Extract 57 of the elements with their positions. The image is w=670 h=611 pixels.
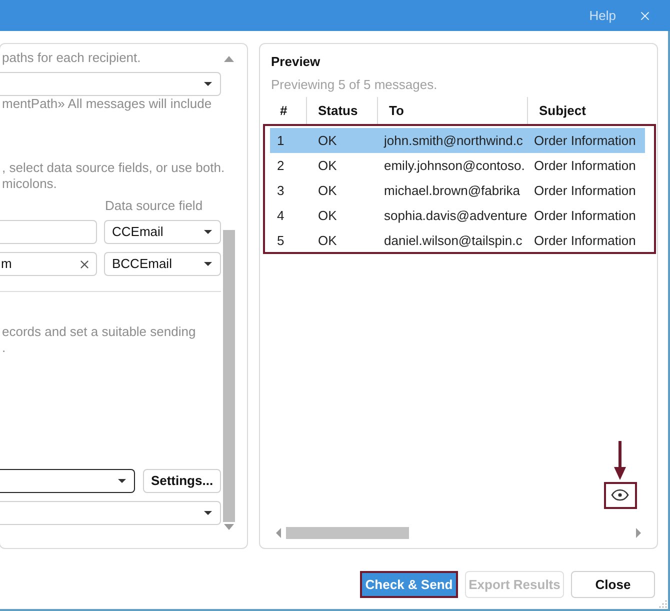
- table-cell-text: OK: [317, 232, 338, 250]
- scroll-down-icon[interactable]: [224, 524, 234, 530]
- hint-text: paths for each recipient.: [1, 50, 142, 66]
- table-cell-text: OK: [317, 206, 338, 225]
- table-cell-text: daniel.wilson@tailspin.c: [383, 232, 524, 250]
- table-cell-text: michael.brown@fabrika: [383, 182, 522, 200]
- hint-text: micolons.: [1, 176, 58, 192]
- resize-grip-icon[interactable]: [659, 600, 667, 608]
- input-field[interactable]: m: [0, 252, 97, 276]
- clear-icon[interactable]: [78, 258, 91, 270]
- caret-icon: [204, 262, 212, 266]
- table-cell-text: 2: [276, 156, 286, 175]
- table-cell-text: Order Information: [533, 132, 637, 150]
- eye-icon[interactable]: [610, 487, 630, 503]
- table-cell-text: 4: [276, 206, 286, 225]
- annotation-arrow: [614, 441, 626, 480]
- dropdown[interactable]: [0, 469, 135, 493]
- dropdown[interactable]: BCCEmail: [104, 252, 221, 276]
- hint-text: .: [1, 340, 7, 356]
- table-cell-text: sophia.davis@adventure: [383, 206, 528, 225]
- column-header[interactable]: To: [378, 97, 528, 124]
- hint-text: ecords and set a suitable sending: [1, 324, 197, 340]
- hint-text: , select data source fields, or use both.: [1, 160, 221, 176]
- table-cell-text: 1: [276, 132, 286, 150]
- note-text: mentPath» All messages will include: [1, 96, 213, 112]
- column-header[interactable]: #: [270, 97, 307, 124]
- caret-icon: [204, 82, 212, 86]
- dialog-button[interactable]: Close: [571, 571, 655, 598]
- column-header[interactable]: Subject: [528, 97, 645, 124]
- column-label: Data source field: [104, 198, 204, 214]
- caret-icon: [118, 479, 126, 483]
- dropdown[interactable]: CCEmail: [104, 220, 221, 244]
- caret-icon: [204, 511, 212, 515]
- table-cell-text: Order Information: [533, 232, 637, 250]
- table-cell-text: OK: [317, 132, 338, 150]
- table-cell-text: Order Information: [533, 182, 637, 200]
- table-cell-text: OK: [317, 182, 338, 200]
- scrollbar-thumb[interactable]: [286, 526, 409, 538]
- caret-icon: [204, 230, 212, 234]
- table-cell-text: OK: [317, 156, 338, 175]
- scroll-up-icon[interactable]: [224, 56, 234, 62]
- highlight-frame: [604, 482, 637, 509]
- scroll-left-icon[interactable]: [276, 528, 281, 538]
- scroll-right-icon[interactable]: [636, 528, 641, 538]
- settings-button[interactable]: Settings...: [143, 469, 221, 493]
- table-cell-text: 5: [276, 232, 286, 250]
- panel-title: Preview: [271, 54, 322, 70]
- column-header[interactable]: Status: [307, 97, 378, 124]
- table-cell-text: Order Information: [533, 156, 637, 175]
- table-cell-text: 3: [276, 182, 286, 200]
- table-cell-text: john.smith@northwind.c: [382, 132, 524, 150]
- scrollbar-thumb[interactable]: [223, 230, 235, 522]
- table-row[interactable]: 1 OK john.smith@northwind.c Order Information: [270, 128, 645, 153]
- table-cell-text: Order Information: [533, 206, 637, 225]
- summary-text: Previewing 5 of 5 messages.: [271, 77, 438, 93]
- input-field[interactable]: [0, 220, 97, 244]
- table-cell-text: emily.johnson@contoso.: [383, 156, 526, 175]
